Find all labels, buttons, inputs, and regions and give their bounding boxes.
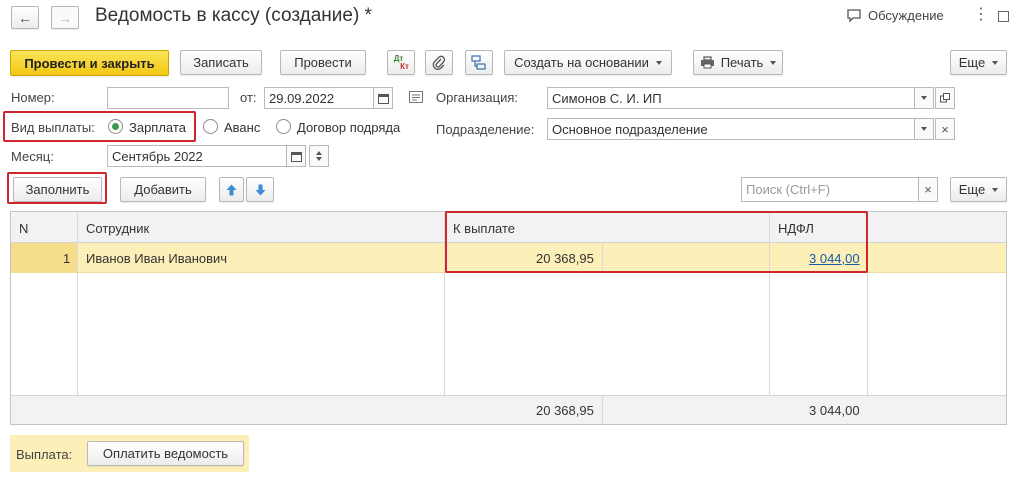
payment-radio-contract[interactable] (276, 119, 291, 134)
date-label: от: (240, 90, 257, 105)
column-divider (602, 243, 603, 273)
fill-button[interactable]: Заполнить (13, 177, 102, 202)
page-title: Ведомость в кассу (создание) * (95, 5, 372, 26)
add-row-button[interactable]: Добавить (120, 177, 206, 202)
month-field[interactable]: Сентябрь 2022 (107, 145, 287, 167)
organization-label: Организация: (436, 90, 519, 105)
calendar-icon (290, 151, 302, 162)
more-vertical-icon[interactable]: ⋮ (973, 7, 989, 23)
row-to-pay[interactable]: 20 368,95 (536, 251, 594, 266)
payment-radio-salary[interactable] (108, 119, 123, 134)
payment-type-label: Вид выплаты: (11, 120, 95, 135)
division-field[interactable]: Основное подразделение (547, 118, 915, 140)
print-button[interactable]: Печать (693, 50, 783, 75)
column-divider (769, 212, 770, 424)
row-ndfl-link[interactable]: 3 044,00 (809, 251, 860, 266)
save-button[interactable]: Записать (180, 50, 262, 75)
column-divider (602, 395, 603, 424)
column-header-to-pay[interactable]: К выплате (453, 221, 515, 236)
move-up-button[interactable] (219, 177, 244, 202)
total-ndfl: 3 044,00 (809, 403, 860, 418)
structure-button[interactable] (465, 50, 493, 75)
maximize-icon[interactable] (998, 11, 1009, 22)
row-employee[interactable]: Иванов Иван Иванович (86, 251, 227, 266)
stepper-down-icon (316, 157, 322, 161)
row-number: 1 (63, 251, 71, 266)
dt-kt-icon: Дт Кт (393, 53, 409, 71)
number-label: Номер: (11, 90, 55, 105)
column-header-n[interactable]: N (19, 221, 28, 236)
chevron-down-icon (770, 60, 777, 65)
total-to-pay: 20 368,95 (536, 403, 594, 418)
close-icon: × (924, 182, 932, 197)
discussion-label: Обсуждение (868, 8, 944, 23)
chat-icon (846, 8, 862, 23)
post-and-close-button[interactable]: Провести и закрыть (10, 50, 169, 76)
payment-option-salary-label[interactable]: Зарплата (129, 120, 186, 135)
payment-option-contract-label[interactable]: Договор подряда (297, 120, 400, 135)
open-in-window-icon (940, 93, 950, 103)
chevron-down-icon (655, 60, 662, 65)
document-structure-icon (471, 54, 487, 71)
division-dropdown-button[interactable] (914, 118, 934, 140)
payout-label: Выплата: (16, 447, 73, 462)
close-icon: × (941, 121, 949, 137)
chevron-down-icon (992, 187, 999, 192)
month-label: Месяц: (11, 149, 54, 164)
dt-kt-button[interactable]: Дт Кт (387, 50, 415, 75)
paperclip-icon (432, 55, 446, 71)
column-divider (867, 212, 868, 424)
payroll-table[interactable]: N Сотрудник К выплате НДФЛ 1 Иванов Иван… (10, 211, 1007, 425)
search-input[interactable]: Поиск (Ctrl+F) (741, 177, 919, 202)
arrow-right-icon: → (58, 9, 72, 26)
column-header-employee[interactable]: Сотрудник (86, 221, 149, 236)
number-history-icon[interactable] (409, 91, 423, 103)
organization-open-button[interactable] (935, 87, 955, 109)
payment-option-advance-label[interactable]: Аванс (224, 120, 260, 135)
column-divider (77, 212, 78, 424)
month-picker-button[interactable] (286, 145, 306, 167)
division-label: Подразделение: (436, 122, 535, 137)
division-clear-button[interactable]: × (935, 118, 955, 140)
forward-button[interactable]: → (51, 6, 79, 29)
column-divider (444, 212, 445, 424)
payment-radio-advance[interactable] (203, 119, 218, 134)
search-clear-button[interactable]: × (918, 177, 938, 202)
attach-button[interactable] (425, 50, 453, 75)
move-down-button[interactable] (246, 177, 274, 202)
table-more-button[interactable]: Еще (950, 177, 1007, 202)
date-picker-button[interactable] (373, 87, 393, 109)
organization-field[interactable]: Симонов С. И. ИП (547, 87, 915, 109)
month-stepper[interactable] (309, 145, 329, 167)
chevron-down-icon (992, 60, 999, 65)
arrow-down-icon (255, 184, 266, 196)
chevron-down-icon (921, 96, 927, 100)
post-button[interactable]: Провести (280, 50, 366, 75)
back-button[interactable]: ← (11, 6, 39, 29)
calendar-icon (377, 93, 389, 104)
number-field[interactable] (107, 87, 229, 109)
stepper-up-icon (316, 151, 322, 155)
printer-icon (700, 56, 715, 69)
arrow-left-icon: ← (18, 9, 32, 26)
create-based-on-button[interactable]: Создать на основании (504, 50, 672, 75)
column-header-ndfl[interactable]: НДФЛ (778, 221, 814, 236)
organization-dropdown-button[interactable] (914, 87, 934, 109)
more-button[interactable]: Еще (950, 50, 1007, 75)
date-field[interactable]: 29.09.2022 (264, 87, 374, 109)
arrow-up-icon (226, 184, 237, 196)
chevron-down-icon (921, 127, 927, 131)
discussion-link[interactable]: Обсуждение (846, 8, 944, 23)
pay-statement-button[interactable]: Оплатить ведомость (87, 441, 244, 466)
